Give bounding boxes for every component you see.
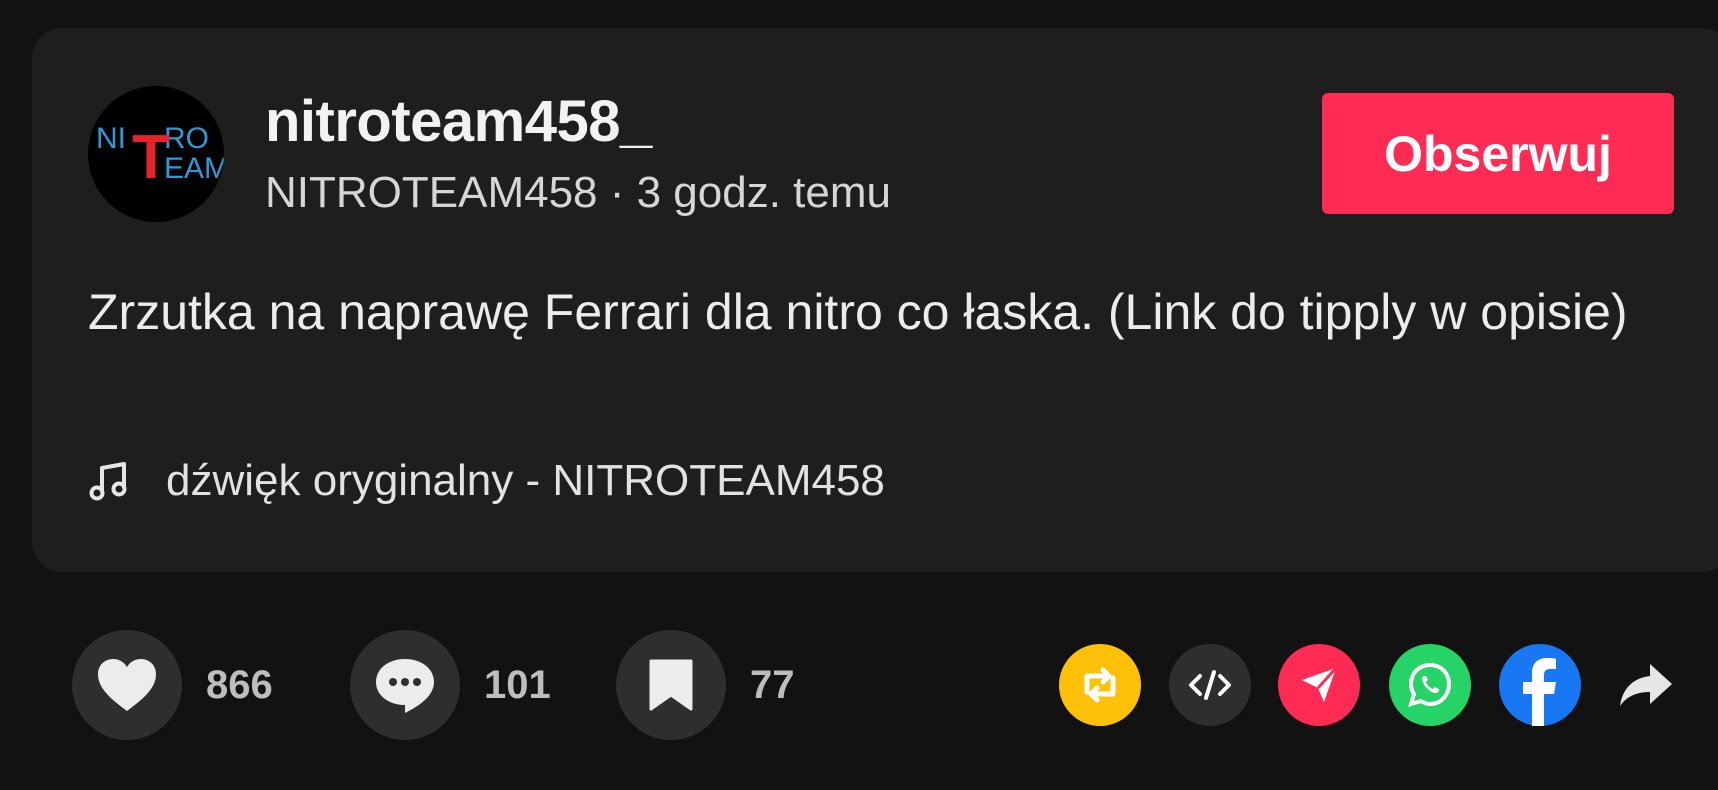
like-action: 866	[72, 630, 273, 740]
comment-button[interactable]	[350, 630, 460, 740]
bookmark-icon	[649, 659, 693, 711]
save-button[interactable]	[616, 630, 726, 740]
share-button[interactable]	[1605, 644, 1687, 726]
comment-action: 101	[350, 630, 551, 740]
sound-link[interactable]: dźwięk oryginalny - NITROTEAM458	[88, 456, 885, 506]
whatsapp-icon	[1408, 662, 1452, 707]
post-description: Zrzutka na naprawę Ferrari dla nitro co …	[88, 284, 1628, 340]
embed-icon	[1189, 670, 1231, 700]
comment-icon	[376, 659, 434, 713]
heart-icon	[98, 659, 156, 711]
facebook-icon	[1523, 658, 1556, 726]
like-button[interactable]	[72, 630, 182, 740]
embed-button[interactable]	[1169, 644, 1251, 726]
repost-button[interactable]	[1059, 644, 1141, 726]
facebook-button[interactable]	[1499, 644, 1581, 726]
send-button[interactable]	[1278, 644, 1360, 726]
send-icon	[1302, 666, 1338, 702]
svg-text:T: T	[132, 123, 170, 192]
svg-text:EAM: EAM	[164, 152, 224, 185]
comment-count: 101	[484, 662, 551, 707]
follow-button[interactable]: Obserwuj	[1322, 93, 1674, 214]
post-meta: NITROTEAM458 · 3 godz. temu	[265, 168, 891, 217]
whatsapp-button[interactable]	[1389, 644, 1471, 726]
sound-label: dźwięk oryginalny - NITROTEAM458	[166, 456, 885, 505]
save-count: 77	[750, 662, 795, 707]
nitroteam-logo-icon: NI RO EAM T	[88, 86, 224, 222]
svg-text:RO: RO	[164, 122, 209, 155]
avatar[interactable]: NI RO EAM T	[88, 86, 224, 222]
save-action: 77	[616, 630, 795, 740]
repost-icon	[1084, 667, 1116, 703]
like-count: 866	[206, 662, 273, 707]
svg-text:NI: NI	[96, 122, 126, 155]
music-note-icon	[89, 462, 127, 501]
username[interactable]: nitroteam458_	[265, 88, 652, 155]
share-arrow-icon	[1620, 664, 1672, 706]
